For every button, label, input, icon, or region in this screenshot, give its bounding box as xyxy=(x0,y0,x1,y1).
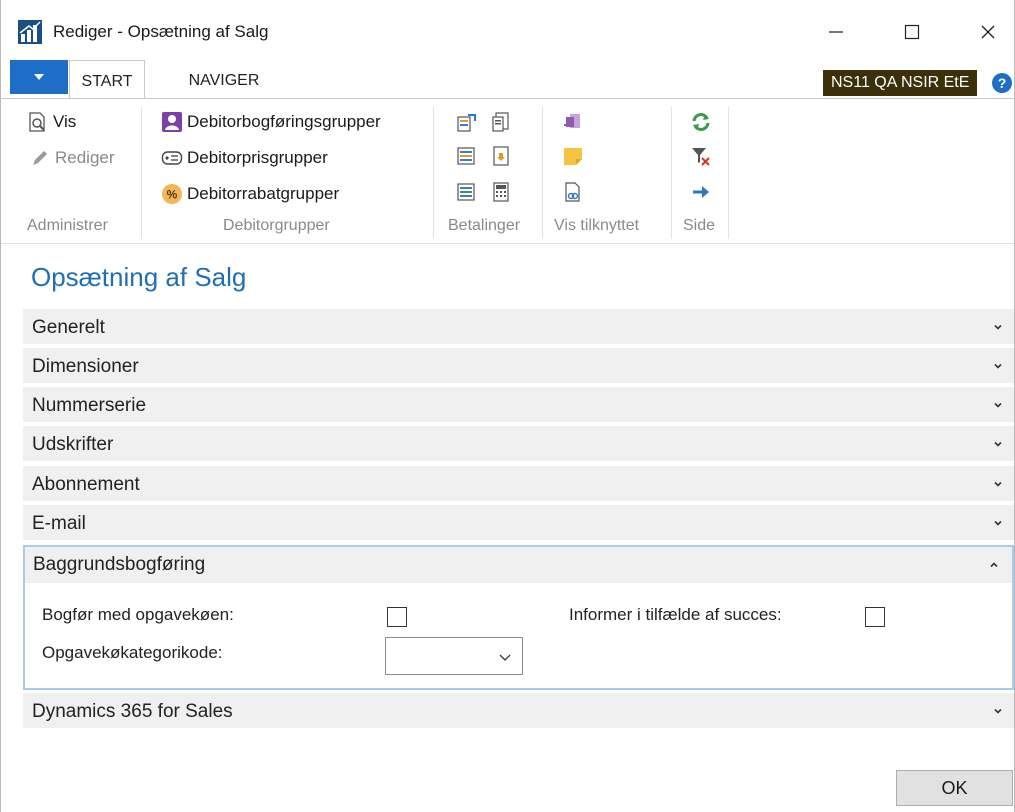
fasttab-email[interactable]: E-mail xyxy=(23,505,1014,541)
title-bar: Rediger - Opsætning af Salg xyxy=(1,0,1014,56)
chevron-down-icon xyxy=(994,708,1002,714)
post-with-job-queue-label: Bogfør med opgavekøen: xyxy=(42,605,234,624)
fasttab-background-posting-panel: Baggrundsbogføring Bogfør med opgavekøen… xyxy=(23,545,1014,690)
notes-icon[interactable] xyxy=(562,145,584,167)
payment-registration-icon[interactable] xyxy=(456,111,478,133)
svg-text:?: ? xyxy=(998,75,1007,91)
customer-discount-groups-button[interactable]: % Debitorrabatgrupper xyxy=(161,181,339,207)
fasttab-udskrifter[interactable]: Udskrifter xyxy=(23,426,1014,462)
fasttab-label: Baggrundsbogføring xyxy=(33,554,206,575)
help-icon[interactable]: ? xyxy=(991,72,1013,94)
dropdown-triangle-icon xyxy=(34,74,44,80)
ribbon-tab-row: START NAVIGER NS11 QA NSIR EtE ? xyxy=(1,58,1014,98)
tab-start[interactable]: START xyxy=(69,60,145,98)
maximize-button[interactable] xyxy=(889,12,935,52)
customer-posting-groups-button[interactable]: Debitorbogføringsgrupper xyxy=(161,109,381,135)
job-queue-category-select[interactable] xyxy=(385,637,523,675)
group-label-page: Side xyxy=(683,217,716,234)
job-queue-category-label: Opgavekøkategorikode: xyxy=(42,643,223,662)
fasttab-label: Dimensioner xyxy=(32,356,139,377)
ribbon-separator xyxy=(671,107,672,239)
chevron-down-icon xyxy=(994,363,1002,369)
chevron-down-icon xyxy=(994,441,1002,447)
close-icon xyxy=(981,25,995,39)
fasttab-label: Abonnement xyxy=(32,474,140,495)
payment-report-icon[interactable] xyxy=(456,181,478,203)
customer-discount-groups-label: Debitorrabatgrupper xyxy=(187,184,340,203)
ribbon: Vis Rediger Administrer Debitorbogføring… xyxy=(1,98,1014,244)
fasttab-label: Dynamics 365 for Sales xyxy=(32,701,233,722)
customer-price-groups-label: Debitorprisgrupper xyxy=(187,148,328,167)
dynamics-nav-logo-icon xyxy=(18,20,42,44)
chevron-down-icon xyxy=(994,481,1002,487)
view-label: Vis xyxy=(53,112,77,131)
ribbon-separator xyxy=(728,107,729,239)
tab-navigate[interactable]: NAVIGER xyxy=(169,60,279,98)
payment-journal-icon[interactable] xyxy=(490,111,512,133)
customer-group-icon xyxy=(162,112,182,132)
page-title: Opsætning af Salg xyxy=(31,262,247,292)
fasttab-label: Generelt xyxy=(32,317,105,338)
company-badge: NS11 QA NSIR EtE xyxy=(823,70,978,96)
chevron-down-icon xyxy=(994,402,1002,408)
chevron-up-icon xyxy=(990,562,998,568)
fasttab-background-posting[interactable]: Baggrundsbogføring xyxy=(25,547,1012,583)
clear-filter-icon[interactable] xyxy=(690,145,712,167)
fasttab-generelt[interactable]: Generelt xyxy=(23,309,1014,345)
customer-price-groups-button[interactable]: Debitorprisgrupper xyxy=(161,145,328,171)
close-button[interactable] xyxy=(965,12,1011,52)
view-page-icon xyxy=(29,112,45,132)
group-label-payments: Betalinger xyxy=(448,217,521,234)
fasttab-label: Nummerserie xyxy=(32,395,147,416)
fasttab-label: Udskrifter xyxy=(32,434,114,455)
ribbon-separator xyxy=(141,107,142,239)
group-label-show-attached: Vis tilknyttet xyxy=(554,217,640,234)
fasttab-dimensioner[interactable]: Dimensioner xyxy=(23,348,1014,384)
pencil-icon xyxy=(33,151,47,165)
notify-on-success-checkbox[interactable] xyxy=(865,607,885,627)
fasttab-nummerserie[interactable]: Nummerserie xyxy=(23,387,1014,423)
view-button[interactable]: Vis xyxy=(27,109,76,135)
chevron-down-icon xyxy=(499,654,511,661)
edit-label: Rediger xyxy=(55,148,115,167)
ok-button[interactable]: OK xyxy=(896,770,1013,806)
minimize-icon xyxy=(829,31,843,33)
refresh-icon[interactable] xyxy=(690,111,712,133)
links-icon[interactable] xyxy=(562,181,584,203)
customer-posting-groups-label: Debitorbogføringsgrupper xyxy=(187,112,381,131)
svg-text:%: % xyxy=(167,188,178,202)
ribbon-separator xyxy=(542,107,543,239)
payment-document-icon[interactable] xyxy=(490,145,512,167)
edit-button[interactable]: Rediger xyxy=(29,145,115,171)
maximize-icon xyxy=(904,24,920,40)
onenote-icon[interactable] xyxy=(562,111,584,133)
percent-discount-icon: % xyxy=(162,184,182,204)
fasttab-dynamics-365-for-sales[interactable]: Dynamics 365 for Sales xyxy=(23,693,1014,729)
window-title: Rediger - Opsætning af Salg xyxy=(53,22,269,41)
notify-on-success-label: Informer i tilfælde af succes: xyxy=(569,605,782,624)
group-label-customer-groups: Debitorgrupper xyxy=(223,217,330,234)
payment-list-icon[interactable] xyxy=(456,145,478,167)
minimize-button[interactable] xyxy=(813,12,859,52)
next-arrow-icon[interactable] xyxy=(690,181,712,203)
ribbon-separator xyxy=(433,107,434,239)
calculator-icon[interactable] xyxy=(490,181,512,203)
price-tag-icon xyxy=(161,151,183,165)
chevron-down-icon xyxy=(994,520,1002,526)
application-menu-button[interactable] xyxy=(10,60,68,94)
fasttab-abonnement[interactable]: Abonnement xyxy=(23,466,1014,502)
chevron-down-icon xyxy=(994,324,1002,330)
post-with-job-queue-checkbox[interactable] xyxy=(387,607,407,627)
group-label-administer: Administrer xyxy=(27,217,108,234)
fasttab-label: E-mail xyxy=(32,513,86,534)
dialog-window: Rediger - Opsætning af Salg START NAVIGE… xyxy=(0,0,1015,812)
